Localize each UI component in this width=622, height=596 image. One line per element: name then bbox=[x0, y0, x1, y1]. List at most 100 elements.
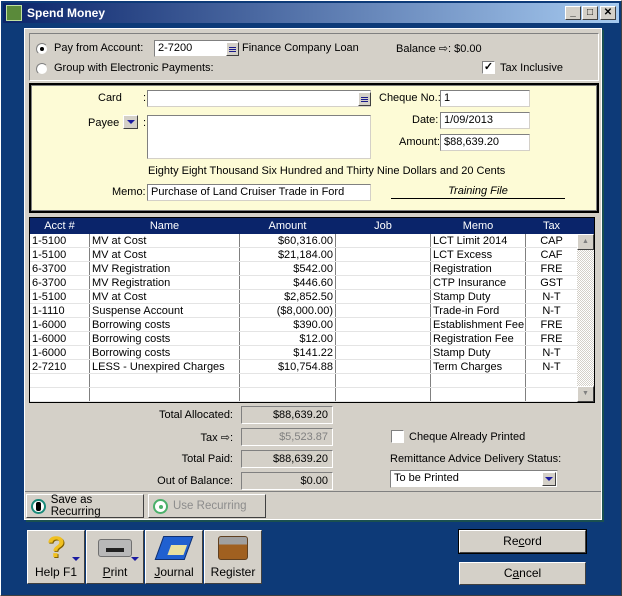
table-row[interactable]: 1-5100 MV at Cost $21,184.00 LCT Excess CAF bbox=[30, 248, 594, 262]
date-input[interactable]: 1/09/2013 bbox=[440, 112, 530, 129]
acct-cell[interactable]: 1-6000 bbox=[30, 346, 90, 359]
tax-inclusive-checkbox[interactable]: ✓ bbox=[482, 61, 495, 74]
name-cell[interactable]: Borrowing costs bbox=[90, 346, 240, 359]
memo-cell[interactable] bbox=[431, 388, 526, 401]
table-row[interactable]: 1-6000 Borrowing costs $390.00 Establishmen… bbox=[30, 318, 594, 332]
name-cell[interactable]: MV at Cost bbox=[90, 234, 240, 247]
name-cell[interactable]: MV at Cost bbox=[90, 248, 240, 261]
journal-button[interactable]: Journal bbox=[145, 530, 203, 584]
acct-cell[interactable]: 6-3700 bbox=[30, 276, 90, 289]
table-row[interactable]: 6-3700 MV Registration $542.00 Registration… bbox=[30, 262, 594, 276]
help-button[interactable]: ? Help F1 bbox=[27, 530, 85, 584]
tax-label[interactable]: Tax ⇨: bbox=[93, 431, 233, 444]
cheque-already-printed-checkbox[interactable] bbox=[391, 430, 404, 443]
name-cell[interactable] bbox=[90, 388, 240, 401]
tax-cell[interactable] bbox=[526, 388, 578, 401]
job-cell[interactable] bbox=[336, 262, 431, 275]
job-cell[interactable] bbox=[336, 276, 431, 289]
memo-cell[interactable]: Establishment Fee bbox=[431, 318, 526, 331]
amount-cell[interactable]: $60,316.00 bbox=[240, 234, 336, 247]
memo-cell[interactable]: Stamp Duty bbox=[431, 346, 526, 359]
name-cell[interactable]: Borrowing costs bbox=[90, 318, 240, 331]
header-memo[interactable]: Memo bbox=[431, 218, 526, 234]
account-lookup-icon[interactable] bbox=[226, 42, 239, 56]
close-button[interactable]: ✕ bbox=[600, 6, 616, 20]
scroll-up-button[interactable]: ▲ bbox=[577, 234, 594, 250]
job-cell[interactable] bbox=[336, 318, 431, 331]
amount-cell[interactable]: $2,852.50 bbox=[240, 290, 336, 303]
amount-cell[interactable]: $542.00 bbox=[240, 262, 336, 275]
amount-cell[interactable]: $12.00 bbox=[240, 332, 336, 345]
record-button[interactable]: Record bbox=[458, 529, 587, 554]
acct-cell[interactable]: 1-1110 bbox=[30, 304, 90, 317]
tax-cell[interactable]: GST bbox=[526, 276, 578, 289]
tax-cell[interactable]: CAP bbox=[526, 234, 578, 247]
job-cell[interactable] bbox=[336, 248, 431, 261]
memo-cell[interactable]: Trade-in Ford bbox=[431, 304, 526, 317]
name-cell[interactable]: Borrowing costs bbox=[90, 332, 240, 345]
card-lookup-icon[interactable] bbox=[358, 92, 371, 106]
memo-cell[interactable]: Term Charges bbox=[431, 360, 526, 373]
acct-cell[interactable] bbox=[30, 374, 90, 387]
memo-input[interactable]: Purchase of Land Cruiser Trade in Ford bbox=[147, 184, 371, 201]
acct-cell[interactable]: 2-7210 bbox=[30, 360, 90, 373]
table-row[interactable]: 6-3700 MV Registration $446.60 CTP Insuranc… bbox=[30, 276, 594, 290]
memo-cell[interactable]: LCT Excess bbox=[431, 248, 526, 261]
tax-cell[interactable] bbox=[526, 374, 578, 387]
grid-scrollbar[interactable]: ▲ ▼ bbox=[577, 234, 594, 402]
memo-cell[interactable] bbox=[431, 374, 526, 387]
memo-cell[interactable]: LCT Limit 2014 bbox=[431, 234, 526, 247]
amount-cell[interactable]: ($8,000.00) bbox=[240, 304, 336, 317]
table-row[interactable]: 1-5100 MV at Cost $2,852.50 Stamp Duty N-T bbox=[30, 290, 594, 304]
name-cell[interactable] bbox=[90, 374, 240, 387]
job-cell[interactable] bbox=[336, 304, 431, 317]
tax-cell[interactable]: N-T bbox=[526, 304, 578, 317]
table-row[interactable]: 1-6000 Borrowing costs $12.00 Registration … bbox=[30, 332, 594, 346]
table-row[interactable]: 1-1110 Suspense Account ($8,000.00) Trade-i… bbox=[30, 304, 594, 318]
name-cell[interactable]: Suspense Account bbox=[90, 304, 240, 317]
remittance-status-select[interactable]: To be Printed bbox=[390, 470, 558, 488]
acct-cell[interactable] bbox=[30, 388, 90, 401]
memo-cell[interactable]: CTP Insurance bbox=[431, 276, 526, 289]
minimize-button[interactable]: _ bbox=[565, 6, 581, 20]
header-job[interactable]: Job bbox=[336, 218, 431, 234]
tax-cell[interactable]: FRE bbox=[526, 332, 578, 345]
group-electronic-payments-radio[interactable] bbox=[36, 63, 48, 75]
save-as-recurring-button[interactable]: Save as Recurring bbox=[26, 494, 144, 518]
amount-cell[interactable]: $390.00 bbox=[240, 318, 336, 331]
pay-from-account-radio[interactable] bbox=[36, 43, 48, 55]
table-row[interactable]: 1-5100 MV at Cost $60,316.00 LCT Limit 2014… bbox=[30, 234, 594, 248]
amount-cell[interactable]: $10,754.88 bbox=[240, 360, 336, 373]
header-acct[interactable]: Acct # bbox=[30, 218, 90, 234]
amount-cell[interactable] bbox=[240, 374, 336, 387]
name-cell[interactable]: MV at Cost bbox=[90, 290, 240, 303]
acct-cell[interactable]: 1-6000 bbox=[30, 318, 90, 331]
job-cell[interactable] bbox=[336, 360, 431, 373]
memo-cell[interactable]: Stamp Duty bbox=[431, 290, 526, 303]
acct-cell[interactable]: 1-5100 bbox=[30, 248, 90, 261]
acct-cell[interactable]: 1-5100 bbox=[30, 234, 90, 247]
cancel-button[interactable]: Cancel bbox=[459, 562, 586, 585]
scroll-down-button[interactable]: ▼ bbox=[577, 386, 594, 402]
use-recurring-button[interactable]: Use Recurring bbox=[148, 494, 266, 518]
payee-dropdown-icon[interactable] bbox=[123, 115, 138, 129]
tax-cell[interactable]: N-T bbox=[526, 290, 578, 303]
tax-cell[interactable]: N-T bbox=[526, 346, 578, 359]
acct-cell[interactable]: 6-3700 bbox=[30, 262, 90, 275]
table-row[interactable] bbox=[30, 388, 594, 402]
payee-input[interactable] bbox=[147, 115, 371, 159]
memo-cell[interactable]: Registration bbox=[431, 262, 526, 275]
cheque-no-input[interactable]: 1 bbox=[440, 90, 530, 107]
amount-cell[interactable]: $21,184.00 bbox=[240, 248, 336, 261]
acct-cell[interactable]: 1-5100 bbox=[30, 290, 90, 303]
header-tax[interactable]: Tax bbox=[526, 218, 578, 234]
job-cell[interactable] bbox=[336, 388, 431, 401]
job-cell[interactable] bbox=[336, 332, 431, 345]
tax-cell[interactable]: CAF bbox=[526, 248, 578, 261]
memo-cell[interactable]: Registration Fee bbox=[431, 332, 526, 345]
table-row[interactable]: 1-6000 Borrowing costs $141.22 Stamp Duty N-… bbox=[30, 346, 594, 360]
job-cell[interactable] bbox=[336, 234, 431, 247]
maximize-button[interactable]: □ bbox=[582, 6, 598, 20]
name-cell[interactable]: MV Registration bbox=[90, 262, 240, 275]
job-cell[interactable] bbox=[336, 346, 431, 359]
